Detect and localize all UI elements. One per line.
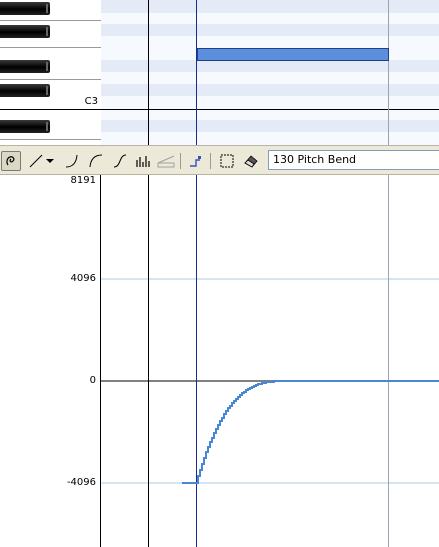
- key-divider: [0, 20, 101, 21]
- beat-line: [148, 0, 149, 145]
- convex-curve-icon: [89, 154, 103, 168]
- line-tool-button[interactable]: [26, 151, 46, 171]
- pencil-tool-button[interactable]: [1, 151, 21, 171]
- line-tool-dropdown[interactable]: [44, 151, 56, 171]
- s-curve-icon: [113, 154, 127, 168]
- value-axis: 8191 4096 0 -4096: [0, 175, 101, 547]
- piano-keyboard[interactable]: C3: [0, 0, 102, 145]
- axis-label-zero: 0: [89, 375, 96, 386]
- axis-label-4096: 4096: [70, 273, 96, 284]
- black-key[interactable]: [0, 120, 50, 133]
- eraser-icon: [244, 155, 258, 168]
- pencil-icon: [6, 156, 15, 166]
- pitch-bend-graph: [101, 175, 439, 547]
- axis-label-neg4096: -4096: [66, 477, 96, 488]
- midi-note[interactable]: [197, 48, 389, 61]
- toolbar-separator: [180, 153, 181, 169]
- s-curve-tool-button[interactable]: [110, 151, 130, 171]
- key-divider: [0, 79, 101, 80]
- octave-label: C3: [84, 96, 98, 107]
- black-key[interactable]: [0, 84, 50, 97]
- axis-label-max: 8191: [70, 175, 96, 186]
- controller-select[interactable]: 130 Pitch Bend: [268, 150, 439, 170]
- pitch-bend-lane[interactable]: [101, 175, 439, 547]
- selection-rectangle-icon: [220, 154, 234, 168]
- note-grid[interactable]: [101, 0, 439, 145]
- black-key[interactable]: [0, 60, 50, 73]
- black-key[interactable]: [0, 2, 50, 15]
- bar-line: [388, 0, 389, 145]
- line-icon: [29, 154, 43, 168]
- random-tool-button[interactable]: [133, 151, 153, 171]
- key-divider: [0, 47, 101, 48]
- controller-toolbar: 130 Pitch Bend: [0, 145, 439, 175]
- playhead-line: [196, 0, 197, 145]
- piano-roll[interactable]: C3: [0, 0, 439, 145]
- marker-icon: [190, 156, 201, 167]
- random-bars-icon: [136, 156, 150, 167]
- scale-icon: [157, 155, 175, 168]
- pitch-bend-curve[interactable]: [182, 380, 439, 484]
- key-divider: [0, 139, 101, 140]
- black-key[interactable]: [0, 25, 50, 38]
- convex-curve-tool-button[interactable]: [86, 151, 106, 171]
- concave-curve-tool-button[interactable]: [62, 151, 82, 171]
- key-divider-c3: [0, 109, 101, 110]
- toolbar-separator: [210, 153, 211, 169]
- select-tool-button[interactable]: [217, 151, 237, 171]
- marker-tool-button[interactable]: [185, 151, 205, 171]
- scale-tool-button[interactable]: [156, 151, 176, 171]
- concave-curve-icon: [65, 154, 78, 168]
- chevron-down-icon: [46, 159, 54, 163]
- eraser-tool-button[interactable]: [241, 151, 261, 171]
